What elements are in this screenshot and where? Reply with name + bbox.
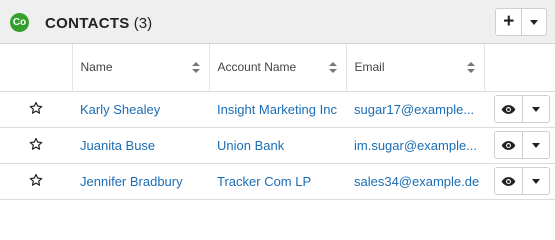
favorite-cell xyxy=(0,163,72,200)
account-name-link[interactable]: Tracker Com LP xyxy=(217,174,311,189)
contact-name-link[interactable]: Juanita Buse xyxy=(80,138,155,153)
preview-button[interactable] xyxy=(495,168,523,194)
sort-icon[interactable] xyxy=(466,62,475,74)
account-name-link[interactable]: Union Bank xyxy=(217,138,284,153)
star-outline-icon[interactable] xyxy=(29,101,43,115)
star-outline-icon[interactable] xyxy=(29,137,43,151)
sort-icon[interactable] xyxy=(328,62,337,74)
caret-down-icon xyxy=(530,19,539,25)
row-action-group xyxy=(494,131,550,159)
plus-icon: + xyxy=(503,11,515,32)
row-action-group xyxy=(494,95,550,123)
account-name-link[interactable]: Insight Marketing Inc xyxy=(217,102,337,117)
table-row: Jennifer Bradbury Tracker Com LP sales34… xyxy=(0,163,555,200)
table-header-row: Name Account Name Email xyxy=(0,44,555,92)
column-header-label: Account Name xyxy=(217,60,297,75)
star-outline-icon[interactable] xyxy=(29,173,43,187)
contacts-table: Name Account Name Email Karly Shealey In… xyxy=(0,44,555,200)
header-action-group: + xyxy=(495,8,547,36)
subpanel-title[interactable]: CONTACTS (3) xyxy=(45,15,152,33)
subpanel-header: Co CONTACTS (3) + xyxy=(0,0,555,44)
row-action-group xyxy=(494,167,550,195)
subpanel-title-name: CONTACTS xyxy=(45,15,130,32)
row-actions-dropdown-button[interactable] xyxy=(523,132,549,158)
table-row: Juanita Buse Union Bank im.sugar@example… xyxy=(0,127,555,164)
preview-button[interactable] xyxy=(495,132,523,158)
create-button[interactable]: + xyxy=(496,9,523,35)
eye-icon xyxy=(501,104,516,114)
favorite-cell xyxy=(0,91,72,128)
caret-down-icon xyxy=(532,178,540,184)
contacts-subpanel: Co CONTACTS (3) + Name Account Name Emai… xyxy=(0,0,555,200)
caret-down-icon xyxy=(532,142,540,148)
name-cell: Jennifer Bradbury xyxy=(72,163,209,200)
favorite-column-header xyxy=(0,44,73,92)
row-actions-dropdown-button[interactable] xyxy=(523,96,549,122)
contact-name-link[interactable]: Karly Shealey xyxy=(80,102,160,117)
column-header-email[interactable]: Email xyxy=(346,44,485,92)
column-header-account-name[interactable]: Account Name xyxy=(209,44,347,92)
caret-down-icon xyxy=(532,106,540,112)
module-badge: Co xyxy=(10,13,29,32)
table-row: Karly Shealey Insight Marketing Inc suga… xyxy=(0,91,555,128)
actions-cell xyxy=(484,91,555,128)
actions-column-header xyxy=(484,44,555,92)
preview-button[interactable] xyxy=(495,96,523,122)
name-cell: Juanita Buse xyxy=(72,127,209,164)
row-actions-dropdown-button[interactable] xyxy=(523,168,549,194)
actions-cell xyxy=(484,127,555,164)
actions-cell xyxy=(484,163,555,200)
contact-name-link[interactable]: Jennifer Bradbury xyxy=(80,174,183,189)
email-cell[interactable]: sales34@example.de xyxy=(346,163,484,200)
eye-icon xyxy=(501,176,516,186)
header-actions-dropdown-button[interactable] xyxy=(522,9,546,35)
email-cell[interactable]: sugar17@example... xyxy=(346,91,484,128)
sort-icon[interactable] xyxy=(191,62,200,74)
account-cell: Insight Marketing Inc xyxy=(209,91,346,128)
account-cell: Tracker Com LP xyxy=(209,163,346,200)
eye-icon xyxy=(501,140,516,150)
column-header-name[interactable]: Name xyxy=(72,44,210,92)
account-cell: Union Bank xyxy=(209,127,346,164)
column-header-label: Name xyxy=(80,60,113,75)
name-cell: Karly Shealey xyxy=(72,91,209,128)
column-header-label: Email xyxy=(354,60,385,75)
email-cell[interactable]: im.sugar@example... xyxy=(346,127,484,164)
subpanel-title-count: (3) xyxy=(133,15,153,32)
favorite-cell xyxy=(0,127,72,164)
